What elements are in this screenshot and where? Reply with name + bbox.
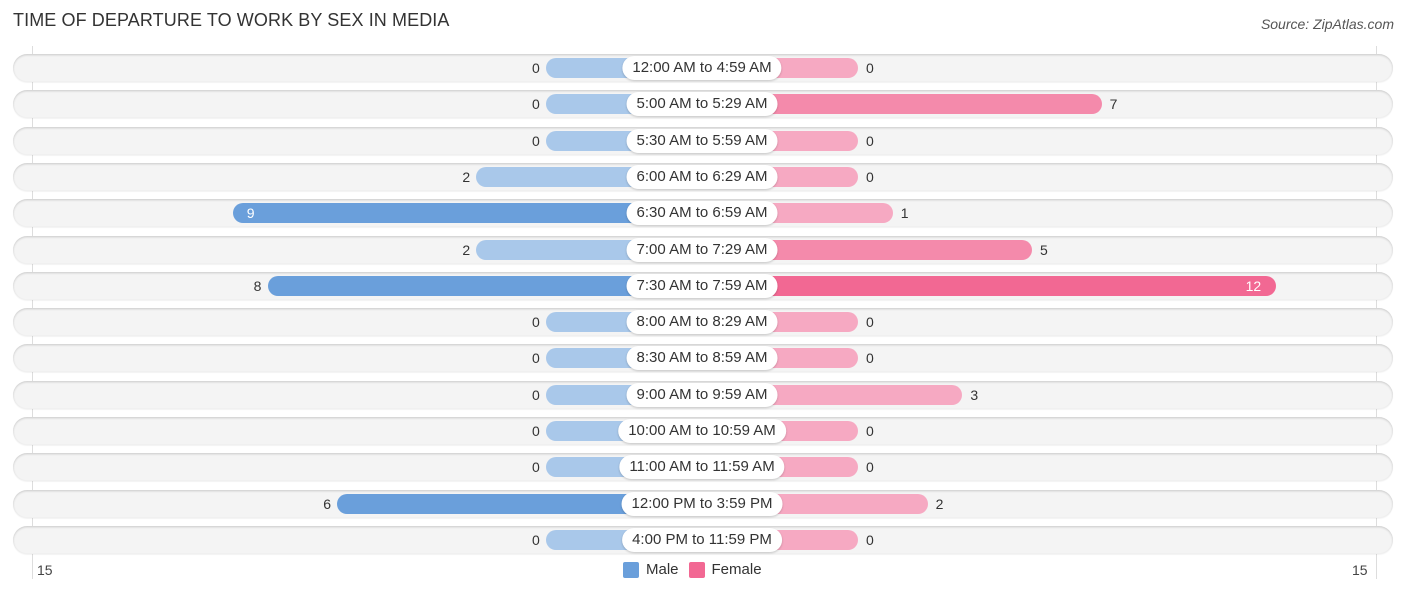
category-label: 8:30 AM to 8:59 AM <box>626 346 778 370</box>
value-label-female: 2 <box>935 496 944 512</box>
value-label-male: 8 <box>253 278 262 294</box>
value-label-male: 9 <box>246 205 255 221</box>
legend-item-female[interactable]: Female <box>688 561 762 578</box>
category-label: 5:00 AM to 5:29 AM <box>626 92 778 116</box>
category-label: 5:30 AM to 5:59 AM <box>626 129 778 153</box>
value-label-female: 0 <box>866 133 874 149</box>
value-label-female: 0 <box>866 314 874 330</box>
category-label: 11:00 AM to 11:59 AM <box>619 455 785 479</box>
category-label: 8:00 AM to 8:29 AM <box>626 310 778 334</box>
value-label-male: 0 <box>532 133 540 149</box>
chart-title: TIME OF DEPARTURE TO WORK BY SEX IN MEDI… <box>13 10 450 30</box>
category-label: 6:00 AM to 6:29 AM <box>626 165 778 189</box>
value-label-female: 0 <box>866 60 874 76</box>
legend-label-female: Female <box>711 561 762 578</box>
category-label: 12:00 PM to 3:59 PM <box>621 492 783 516</box>
category-label: 4:00 PM to 11:59 PM <box>622 528 782 552</box>
value-label-male: 0 <box>532 387 540 403</box>
value-label-female: 12 <box>1245 278 1262 294</box>
value-label-male: 2 <box>462 169 471 185</box>
value-label-male: 6 <box>323 496 331 512</box>
value-label-male: 0 <box>532 96 540 112</box>
value-label-male: 0 <box>532 459 540 475</box>
value-label-female: 5 <box>1040 242 1048 258</box>
value-label-female: 0 <box>866 169 874 185</box>
legend-swatch-male <box>623 561 639 578</box>
category-label: 9:00 AM to 9:59 AM <box>626 383 778 407</box>
category-label: 12:00 AM to 4:59 AM <box>622 56 782 80</box>
value-label-male: 2 <box>462 242 471 258</box>
value-label-male: 0 <box>532 60 540 76</box>
value-label-male: 0 <box>532 532 540 548</box>
value-label-female: 0 <box>866 423 874 439</box>
value-label-female: 3 <box>970 387 979 403</box>
category-label: 7:00 AM to 7:29 AM <box>626 238 778 262</box>
source-credit: Source: ZipAtlas.com <box>1260 16 1394 32</box>
value-label-male: 0 <box>532 350 540 366</box>
value-label-male: 0 <box>532 314 540 330</box>
legend-item-male[interactable]: Male <box>623 561 679 578</box>
value-label-female: 0 <box>866 532 874 548</box>
value-label-female: 7 <box>1109 96 1118 112</box>
value-label-female: 1 <box>900 205 909 221</box>
value-label-male: 0 <box>532 423 540 439</box>
legend: Male Female <box>623 561 772 578</box>
legend-swatch-female <box>688 561 705 578</box>
bar-female[interactable] <box>702 276 1276 296</box>
category-label: 6:30 AM to 6:59 AM <box>626 201 778 225</box>
value-label-female: 0 <box>866 459 874 475</box>
legend-label-male: Male <box>646 561 679 578</box>
tick-label-right: 15 <box>1352 562 1368 578</box>
tick-label-left: 15 <box>37 562 53 578</box>
value-label-female: 0 <box>866 350 874 366</box>
category-label: 10:00 AM to 10:59 AM <box>618 419 786 443</box>
category-label: 7:30 AM to 7:59 AM <box>626 274 778 298</box>
